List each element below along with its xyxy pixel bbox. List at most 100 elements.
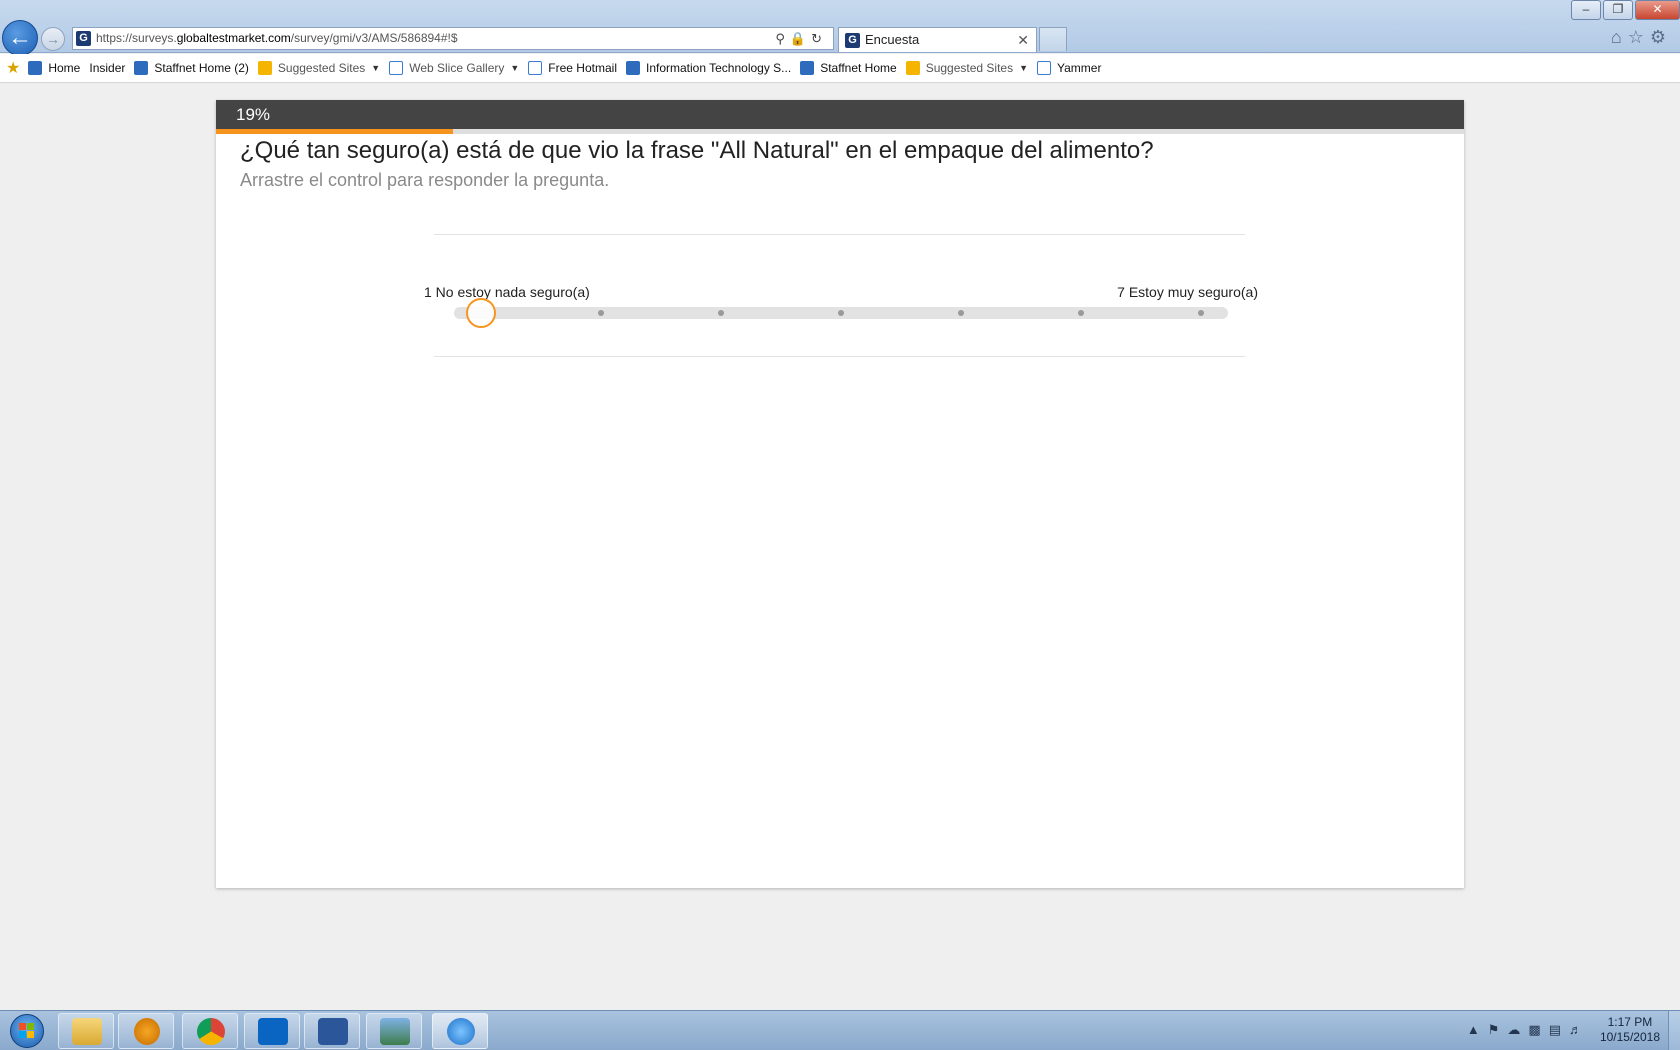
favorites-star-icon[interactable]: ☆ xyxy=(1628,27,1650,47)
favorite-staffnet-home-2[interactable]: Staffnet Home (2) xyxy=(134,61,249,75)
favorite-label: Suggested Sites xyxy=(925,61,1014,75)
system-clock[interactable]: 1:17 PM 10/15/2018 xyxy=(1600,1015,1660,1045)
slider-handle[interactable] xyxy=(466,298,496,328)
device-icon[interactable]: ▩ xyxy=(1528,1022,1548,1037)
refresh-icon[interactable]: ↻ xyxy=(811,31,827,46)
internet-explorer-icon xyxy=(447,1018,475,1045)
browser-tools: ⌂☆⚙ xyxy=(1611,27,1672,48)
url-scheme: https:// xyxy=(96,31,133,45)
slider-tick xyxy=(598,310,604,316)
lock-icon[interactable]: 🔒 xyxy=(790,31,811,46)
taskbar-outlook[interactable] xyxy=(244,1013,300,1049)
question-instruction: Arrastre el control para responder la pr… xyxy=(240,170,610,190)
close-window-button[interactable]: ✕ xyxy=(1635,0,1680,20)
favorite-label: Suggested Sites xyxy=(277,61,366,75)
divider-bottom xyxy=(434,356,1245,357)
ie-page-icon xyxy=(528,61,543,75)
favorite-label: Yammer xyxy=(1057,61,1102,75)
taskbar-media-player[interactable] xyxy=(118,1013,174,1049)
favorite-label: Information Technology S... xyxy=(645,61,792,75)
favorite-home[interactable]: Home xyxy=(28,61,80,75)
progress-percent: 19% xyxy=(236,105,271,124)
sharepoint-icon xyxy=(134,61,149,75)
chevron-down-icon[interactable]: ▼ xyxy=(371,63,380,73)
slider-tick xyxy=(718,310,724,316)
forward-button[interactable]: → xyxy=(41,27,65,51)
taskbar-chrome[interactable] xyxy=(182,1013,238,1049)
confidence-slider[interactable] xyxy=(454,298,1228,328)
taskbar-word[interactable] xyxy=(304,1013,360,1049)
url-host: globaltestmarket.com xyxy=(176,31,291,45)
favorite-label: Web Slice Gallery xyxy=(409,61,505,75)
folder-icon xyxy=(72,1018,102,1045)
start-button[interactable] xyxy=(3,1012,53,1050)
slider-max-label: 7 Estoy muy seguro(a) xyxy=(1117,284,1258,300)
favorite-suggested-sites[interactable]: Suggested Sites ▼ xyxy=(257,61,380,75)
survey-card: 19% ¿Qué tan seguro(a) está de que vio l… xyxy=(216,100,1464,888)
search-icon[interactable]: ⚲ xyxy=(775,31,790,46)
chrome-icon xyxy=(197,1018,225,1045)
volume-icon[interactable]: ♬ xyxy=(1569,1022,1590,1037)
favorite-web-slice-gallery[interactable]: Web Slice Gallery ▼ xyxy=(389,61,519,75)
outlook-icon xyxy=(258,1018,288,1045)
action-center-flag-icon[interactable]: ⚑ xyxy=(1488,1022,1508,1037)
gear-icon[interactable]: ⚙ xyxy=(1650,27,1672,47)
browser-titlebar: ← → G https://surveys.globaltestmarket.c… xyxy=(0,0,1680,56)
ie-page-icon xyxy=(1037,61,1052,75)
windows-logo-icon xyxy=(19,1023,35,1039)
favorite-label: Insider xyxy=(89,61,126,75)
progress-bar-fill xyxy=(216,129,454,134)
slider-tick xyxy=(1198,310,1204,316)
sharepoint-icon xyxy=(625,61,640,75)
address-tools: ⚲🔒↻ xyxy=(775,28,827,49)
favorite-yammer[interactable]: Yammer xyxy=(1037,61,1101,75)
close-tab-icon[interactable]: ✕ xyxy=(1017,28,1029,52)
slider-min-label: 1 No estoy nada seguro(a) xyxy=(424,284,590,300)
favorite-staffnet-home[interactable]: Staffnet Home xyxy=(800,61,897,75)
favorites-star-icon[interactable]: ★ xyxy=(6,58,20,78)
ie-page-icon xyxy=(389,61,404,75)
tab-title: Encuesta xyxy=(865,32,920,47)
new-tab-button[interactable] xyxy=(1039,27,1067,51)
address-bar[interactable]: G https://surveys.globaltestmarket.com/s… xyxy=(72,27,834,50)
show-desktop-button[interactable] xyxy=(1668,1011,1680,1050)
tab-encuesta[interactable]: G Encuesta ✕ xyxy=(838,27,1037,52)
favorite-information-technology[interactable]: Information Technology S... xyxy=(625,61,792,75)
chevron-down-icon[interactable]: ▼ xyxy=(510,63,519,73)
taskbar-internet-explorer[interactable] xyxy=(432,1013,488,1049)
taskbar-photo-viewer[interactable] xyxy=(366,1013,422,1049)
question-text: ¿Qué tan seguro(a) está de que vio la fr… xyxy=(240,137,1154,164)
favorite-suggested-sites-2[interactable]: Suggested Sites ▼ xyxy=(905,61,1028,75)
bing-icon xyxy=(257,61,272,75)
url-path: /survey/gmi/v3/AMS/586894#!$ xyxy=(290,31,458,45)
favorite-label: Staffnet Home (2) xyxy=(154,61,249,75)
sharepoint-icon xyxy=(800,61,815,75)
favorites-bar: ★ Home Insider Staffnet Home (2) Suggest… xyxy=(0,54,1680,83)
url-subdomain: surveys. xyxy=(132,31,177,45)
favorite-insider[interactable]: Insider xyxy=(89,61,125,75)
clock-time: 1:17 PM xyxy=(1607,1015,1653,1029)
slider-tick xyxy=(958,310,964,316)
window-controls: – ❐ ✕ xyxy=(1569,0,1680,20)
show-hidden-icons-icon[interactable]: ▲ xyxy=(1467,1022,1488,1037)
chevron-down-icon[interactable]: ▼ xyxy=(1019,63,1028,73)
slider-tick xyxy=(1078,310,1084,316)
address-url[interactable]: https://surveys.globaltestmarket.com/sur… xyxy=(96,28,458,49)
network-icon[interactable]: ▤ xyxy=(1549,1022,1569,1037)
favorite-label: Staffnet Home xyxy=(820,61,897,75)
clock-date: 10/15/2018 xyxy=(1599,1030,1660,1044)
survey-header: 19% xyxy=(216,100,1464,129)
back-button[interactable]: ← xyxy=(2,20,38,56)
divider-top xyxy=(434,234,1245,235)
word-icon xyxy=(318,1018,348,1045)
favorite-label: Home xyxy=(48,61,81,75)
taskbar-explorer[interactable] xyxy=(58,1013,114,1049)
minimize-button[interactable]: – xyxy=(1571,0,1601,20)
favorite-free-hotmail[interactable]: Free Hotmail xyxy=(528,61,617,75)
slider-tick xyxy=(838,310,844,316)
restore-button[interactable]: ❐ xyxy=(1603,0,1633,20)
cloud-icon[interactable]: ☁ xyxy=(1507,1022,1528,1037)
system-tray: ▲⚑☁▩▤♬ xyxy=(1467,1022,1590,1038)
home-icon[interactable]: ⌂ xyxy=(1611,27,1628,47)
windows-taskbar: ▲⚑☁▩▤♬ 1:17 PM 10/15/2018 xyxy=(0,1010,1680,1050)
